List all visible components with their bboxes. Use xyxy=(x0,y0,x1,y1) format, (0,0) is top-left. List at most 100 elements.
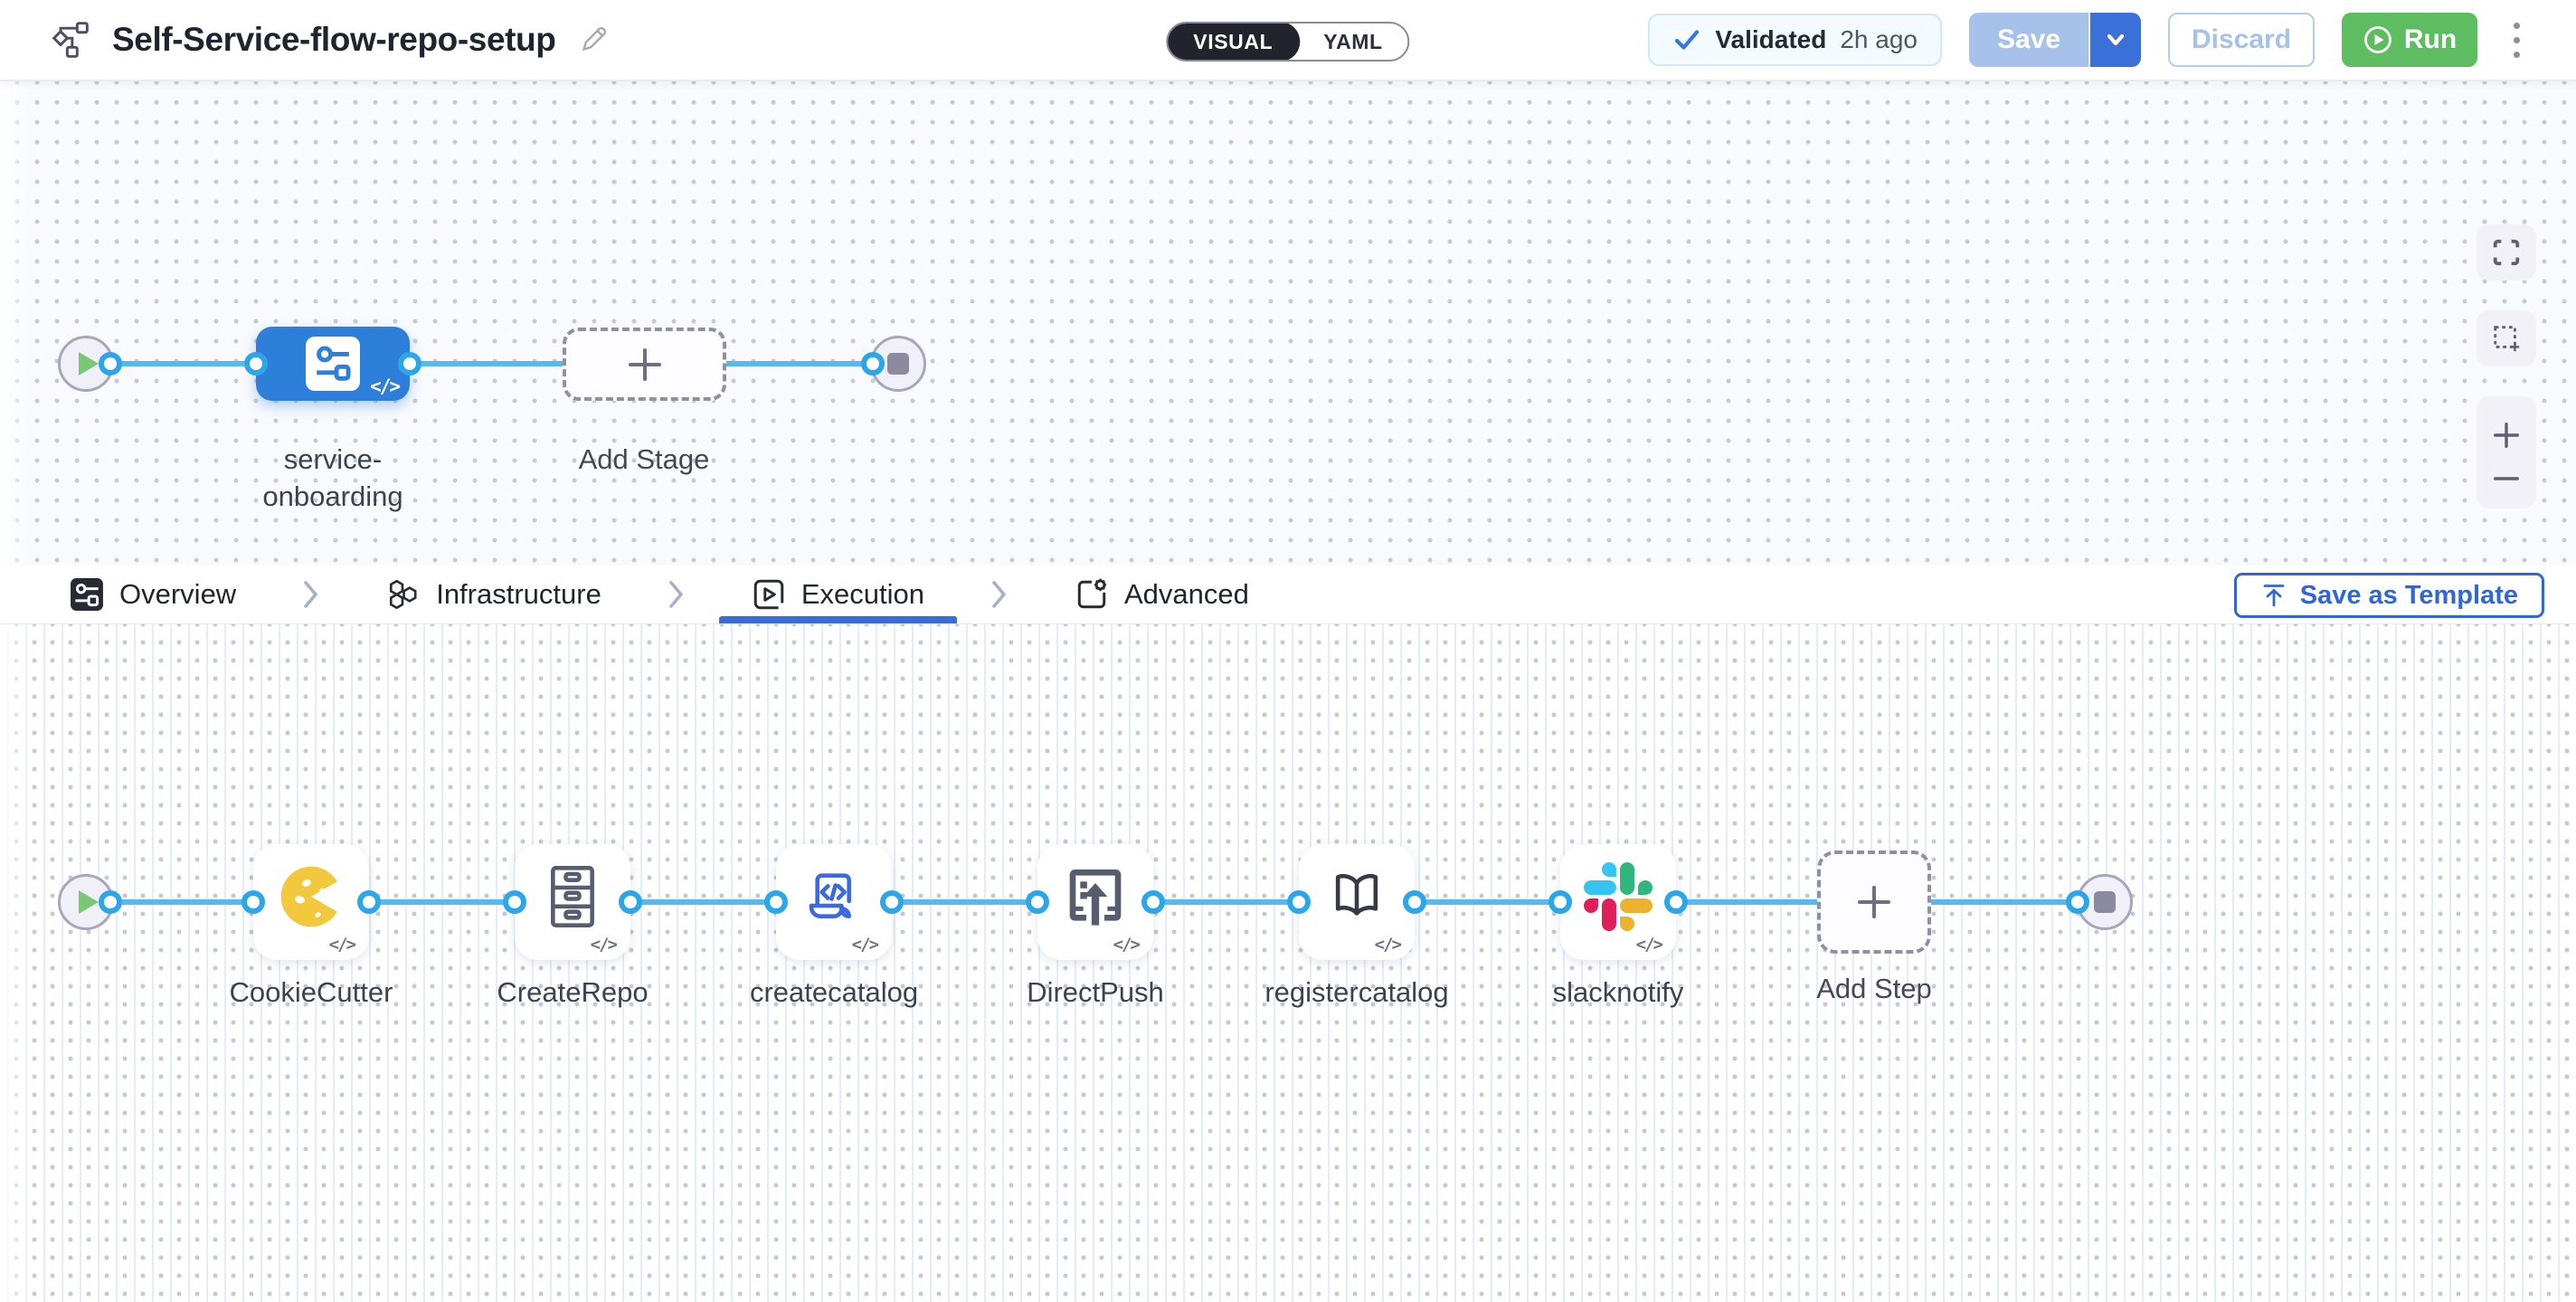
connector-dot xyxy=(242,890,265,914)
page-title: Self-Service-flow-repo-setup xyxy=(112,21,555,59)
step-createcatalog[interactable]: </> xyxy=(776,844,892,960)
header-left: Self-Service-flow-repo-setup xyxy=(51,20,610,60)
advanced-icon xyxy=(1075,577,1109,612)
connector-dot xyxy=(880,890,904,914)
marquee-select-button[interactable] xyxy=(2477,310,2536,366)
tab-execution[interactable]: Execution xyxy=(732,565,944,623)
tab-infrastructure[interactable]: Infrastructure xyxy=(366,565,621,623)
chevron-right-icon xyxy=(668,580,685,609)
check-icon xyxy=(1672,25,1701,54)
step-label: slacknotify xyxy=(1492,974,1745,1011)
tab-label: Overview xyxy=(119,578,236,611)
execution-canvas[interactable]: </> </> </> xyxy=(0,624,2576,1302)
run-label: Run xyxy=(2404,24,2457,55)
connector-dot xyxy=(861,352,885,375)
save-as-template-label: Save as Template xyxy=(2300,581,2518,611)
stage-canvas[interactable]: </> service-onboarding Add Stage xyxy=(0,81,2576,565)
step-slacknotify[interactable]: </> xyxy=(1560,844,1676,960)
stage-glyph-icon xyxy=(306,337,360,391)
header: Self-Service-flow-repo-setup VISUAL YAML… xyxy=(0,0,2576,81)
save-as-template-button[interactable]: Save as Template xyxy=(2234,573,2544,618)
code-badge: </> xyxy=(329,935,355,955)
tab-separator xyxy=(991,565,1008,623)
step-label: DirectPush xyxy=(969,974,1222,1011)
connector-dot xyxy=(764,890,788,914)
step-directpush[interactable]: </> xyxy=(1037,844,1153,960)
canvas-left-fade xyxy=(0,81,36,565)
run-button[interactable]: Run xyxy=(2342,13,2477,67)
stage-node-service-onboarding[interactable]: </> xyxy=(256,327,410,401)
createcatalog-scroll-icon xyxy=(798,860,870,933)
validated-label: Validated xyxy=(1715,25,1826,54)
validated-badge[interactable]: Validated 2h ago xyxy=(1648,14,1942,66)
connector-dot xyxy=(1403,890,1426,914)
toggle-yaml[interactable]: YAML xyxy=(1298,22,1407,62)
connector-dot xyxy=(619,890,642,914)
canvas-controls xyxy=(2477,224,2536,538)
execution-icon xyxy=(752,577,786,612)
chevron-right-icon xyxy=(303,580,319,609)
add-step-label: Add Step xyxy=(1747,970,2001,1007)
stage-label: service-onboarding xyxy=(229,441,437,515)
code-badge: </> xyxy=(591,935,616,955)
selection-icon xyxy=(2491,323,2522,354)
connector-dot xyxy=(2066,890,2089,914)
connector-dot xyxy=(1548,890,1572,914)
connector-dot xyxy=(244,352,268,375)
tab-label: Execution xyxy=(801,578,924,611)
step-cookiecutter[interactable]: </> xyxy=(253,844,369,960)
stop-square-icon xyxy=(887,353,909,375)
connector-dot xyxy=(1287,890,1311,914)
code-badge: </> xyxy=(1636,935,1662,955)
cookiecutter-icon xyxy=(275,860,347,933)
stop-square-icon xyxy=(2094,891,2116,913)
discard-button[interactable]: Discard xyxy=(2168,13,2315,67)
canvas-left-fade xyxy=(0,624,36,1302)
connector-dot xyxy=(99,890,122,914)
plus-icon xyxy=(625,345,665,385)
step-label: createcatalog xyxy=(707,974,961,1011)
tab-label: Infrastructure xyxy=(436,578,601,611)
tab-separator xyxy=(668,565,685,623)
edit-pencil-icon[interactable] xyxy=(577,24,610,56)
toggle-visual[interactable]: VISUAL xyxy=(1166,22,1300,62)
pipeline-icon xyxy=(51,20,90,60)
visual-yaml-toggle: VISUAL YAML xyxy=(1166,22,1409,62)
header-actions: Validated 2h ago Save Discard Run xyxy=(1648,13,2529,67)
save-button[interactable]: Save xyxy=(1969,13,2088,67)
stage-connector-line xyxy=(110,361,873,366)
slack-icon xyxy=(1584,862,1653,931)
code-badge: </> xyxy=(1113,935,1139,955)
infrastructure-icon xyxy=(386,577,421,612)
tab-separator xyxy=(303,565,319,623)
fit-to-screen-button[interactable] xyxy=(2477,224,2536,280)
fullscreen-icon xyxy=(2491,237,2522,268)
createrepo-drawers-icon xyxy=(536,860,609,933)
overview-icon xyxy=(70,577,104,612)
save-options-caret[interactable] xyxy=(2088,13,2141,67)
step-label: CookieCutter xyxy=(185,974,438,1011)
validated-time: 2h ago xyxy=(1840,25,1918,54)
run-play-icon xyxy=(2363,24,2393,55)
step-createrepo[interactable]: </> xyxy=(515,844,630,960)
connector-dot xyxy=(398,352,421,375)
connector-dot xyxy=(503,890,526,914)
connector-dot xyxy=(99,352,122,375)
step-registercatalog[interactable]: </> xyxy=(1299,844,1415,960)
more-options-kebab-icon[interactable] xyxy=(2505,17,2529,63)
step-label: registercatalog xyxy=(1230,974,1483,1011)
connector-dot xyxy=(1141,890,1165,914)
chevron-right-icon xyxy=(991,580,1008,609)
registercatalog-book-icon xyxy=(1321,860,1393,933)
zoom-controls xyxy=(2477,396,2536,508)
zoom-out-icon[interactable] xyxy=(2491,472,2522,485)
directpush-upload-icon xyxy=(1059,860,1132,933)
tab-advanced[interactable]: Advanced xyxy=(1055,565,1269,623)
add-step-button[interactable] xyxy=(1817,851,1931,954)
plus-icon xyxy=(1854,882,1894,922)
tab-overview[interactable]: Overview xyxy=(50,565,256,623)
save-split-button: Save xyxy=(1969,13,2141,67)
step-label: CreateRepo xyxy=(446,974,699,1011)
add-stage-button[interactable] xyxy=(563,328,726,401)
zoom-in-icon[interactable] xyxy=(2491,420,2522,451)
